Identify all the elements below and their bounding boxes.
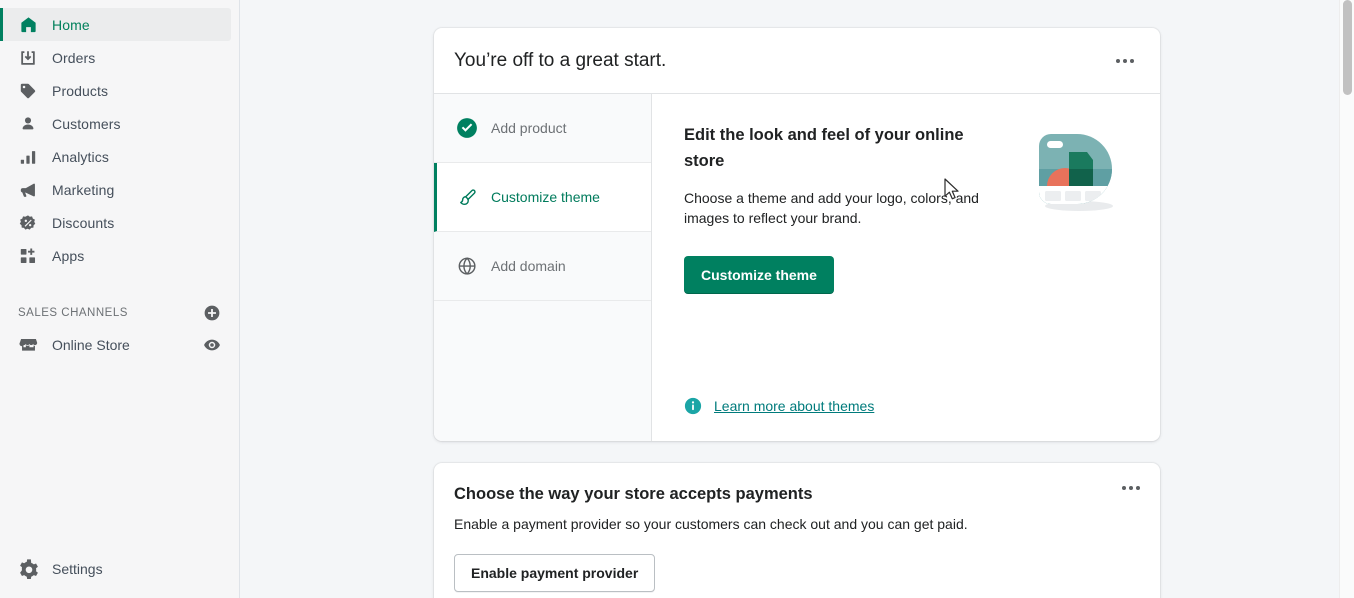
sidebar-item-label: Discounts xyxy=(52,214,115,231)
onboarding-detail-panel: Edit the look and feel of your online st… xyxy=(652,94,1160,441)
sidebar-item-settings[interactable]: Settings xyxy=(0,552,239,585)
gear-icon xyxy=(18,558,40,580)
sidebar-item-customers[interactable]: Customers xyxy=(0,107,231,140)
sidebar: Home Orders Products Customers Analytics… xyxy=(0,0,240,598)
sales-channels-header: SALES CHANNELS xyxy=(0,298,239,328)
sidebar-item-label: Apps xyxy=(52,247,85,264)
sidebar-item-orders[interactable]: Orders xyxy=(0,41,231,74)
sales-channels-heading: SALES CHANNELS xyxy=(18,307,128,319)
shopify-admin-screen: Home Orders Products Customers Analytics… xyxy=(0,0,1354,598)
step-label: Customize theme xyxy=(491,189,600,205)
apps-grid-plus-icon xyxy=(18,246,38,266)
customize-theme-button[interactable]: Customize theme xyxy=(684,256,834,294)
check-circle-filled-icon xyxy=(456,117,478,139)
sidebar-item-online-store[interactable]: Online Store xyxy=(0,328,239,361)
sidebar-item-label: Analytics xyxy=(52,148,109,165)
onboarding-card: You’re off to a great start. Add product xyxy=(434,28,1160,441)
scrollbar-thumb[interactable] xyxy=(1343,0,1352,95)
step-customize-theme[interactable]: Customize theme xyxy=(434,163,651,232)
step-label: Add product xyxy=(491,120,567,136)
sidebar-item-label: Customers xyxy=(52,115,121,132)
payments-card-description: Enable a payment provider so your custom… xyxy=(454,516,968,532)
sidebar-item-marketing[interactable]: Marketing xyxy=(0,173,231,206)
payments-card: Choose the way your store accepts paymen… xyxy=(434,463,1160,598)
step-add-product[interactable]: Add product xyxy=(434,94,651,163)
discounts-badge-icon xyxy=(18,213,38,233)
panel-description: Choose a theme and add your logo, colors… xyxy=(684,190,979,226)
plus-circle-icon[interactable] xyxy=(203,304,221,322)
sidebar-item-label: Settings xyxy=(52,560,103,577)
paintbrush-icon xyxy=(456,186,478,208)
storefront-icon xyxy=(18,335,38,355)
analytics-bars-icon xyxy=(18,147,38,167)
main-content: You’re off to a great start. Add product xyxy=(240,0,1354,598)
sidebar-item-products[interactable]: Products xyxy=(0,74,231,107)
sidebar-item-label: Marketing xyxy=(52,181,115,198)
scrollbar[interactable] xyxy=(1339,0,1354,598)
ellipsis-icon[interactable] xyxy=(1116,474,1146,502)
payments-card-title: Choose the way your store accepts paymen… xyxy=(454,485,813,503)
onboarding-step-list: Add product Customize theme Add domain xyxy=(434,94,652,441)
sidebar-item-analytics[interactable]: Analytics xyxy=(0,140,231,173)
sidebar-nav-list: Home Orders Products Customers Analytics… xyxy=(0,0,239,272)
step-add-domain[interactable]: Add domain xyxy=(434,232,651,301)
marketing-megaphone-icon xyxy=(18,180,38,200)
ellipsis-icon[interactable] xyxy=(1110,47,1140,75)
sidebar-item-label: Orders xyxy=(52,49,96,66)
customers-person-icon xyxy=(18,114,38,134)
page-title: You’re off to a great start. xyxy=(454,49,667,71)
step-label: Add domain xyxy=(491,258,566,274)
onboarding-body: Add product Customize theme Add domain E… xyxy=(434,94,1160,441)
products-tag-icon xyxy=(18,81,38,101)
sidebar-item-label: Products xyxy=(52,82,109,99)
learn-more-row: Learn more about themes xyxy=(684,397,874,415)
panel-title: Edit the look and feel of your online st… xyxy=(684,126,964,170)
sidebar-item-home[interactable]: Home xyxy=(0,8,231,41)
learn-more-about-themes-link[interactable]: Learn more about themes xyxy=(714,398,874,414)
online-store-theme-illustration xyxy=(1029,124,1124,219)
sidebar-item-apps[interactable]: Apps xyxy=(0,239,231,272)
sidebar-item-label: Home xyxy=(52,16,90,33)
onboarding-card-header: You’re off to a great start. xyxy=(434,28,1160,94)
orders-icon xyxy=(18,48,38,68)
sidebar-item-discounts[interactable]: Discounts xyxy=(0,206,231,239)
info-circle-icon xyxy=(684,397,702,415)
globe-icon xyxy=(456,255,478,277)
enable-payment-provider-button[interactable]: Enable payment provider xyxy=(454,554,656,592)
home-icon xyxy=(18,15,38,35)
sidebar-item-label: Online Store xyxy=(52,336,130,353)
eye-icon[interactable] xyxy=(203,336,221,354)
